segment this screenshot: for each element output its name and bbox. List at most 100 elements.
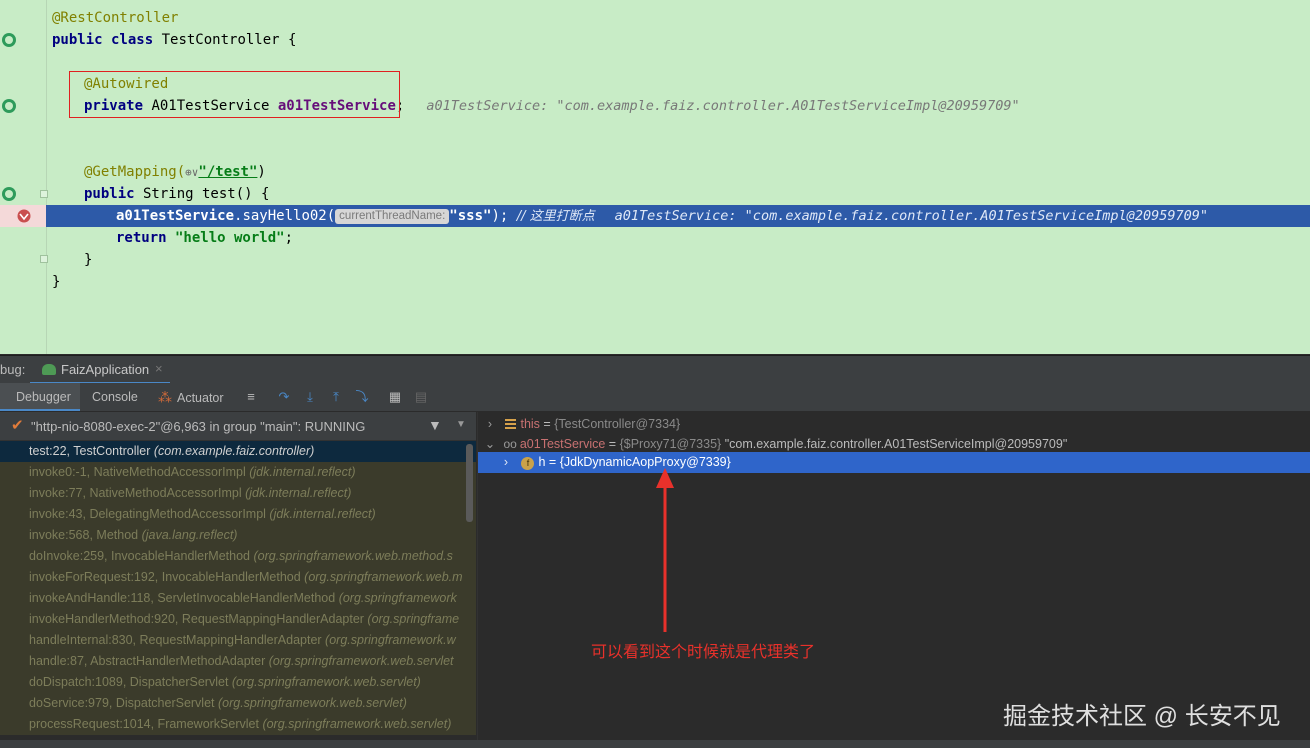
highlight-box xyxy=(69,71,400,118)
field-ref: a01TestService xyxy=(116,208,235,224)
frame-method: handleInternal:830, RequestMappingHandle… xyxy=(29,633,326,647)
brace: } xyxy=(52,274,61,290)
spring-boot-icon xyxy=(42,364,56,375)
keyword: public class xyxy=(52,32,154,48)
keyword: return xyxy=(116,230,167,246)
frame-row[interactable]: invoke:77, NativeMethodAccessorImpl (jdk… xyxy=(0,483,476,504)
inline-value-hint: a01TestService: "com.example.faiz.contro… xyxy=(614,208,1208,224)
frame-row[interactable]: invokeHandlerMethod:920, RequestMappingH… xyxy=(0,609,476,630)
chevron-down-icon[interactable]: ⌄ xyxy=(484,434,496,454)
tab-actuator[interactable]: ⁂ Actuator xyxy=(158,383,224,411)
tab-label: Console xyxy=(92,390,138,404)
paren: ) xyxy=(257,164,266,180)
frame-method: invoke0:-1, NativeMethodAccessorImpl xyxy=(29,465,250,479)
keyword: public xyxy=(84,186,135,202)
url-globe-icon[interactable]: ⊕∨ xyxy=(185,166,198,179)
frame-method: invoke:43, DelegatingMethodAccessorImpl xyxy=(29,507,270,521)
frame-package: (jdk.internal.reflect) xyxy=(245,486,352,500)
field-icon: f xyxy=(521,457,535,470)
equals: = xyxy=(605,437,620,451)
chevron-right-icon[interactable]: › xyxy=(484,414,496,434)
variable-name: this xyxy=(520,417,540,431)
tab-console[interactable]: Console xyxy=(92,383,138,411)
frame-row[interactable]: invoke:43, DelegatingMethodAccessorImpl … xyxy=(0,504,476,525)
frame-method: invokeHandlerMethod:920, RequestMappingH… xyxy=(29,612,368,626)
filter-icon[interactable]: ▼ xyxy=(428,417,442,433)
step-out-icon[interactable]: ⤒ xyxy=(329,390,343,404)
frame-package: (jdk.internal.reflect) xyxy=(249,465,356,479)
run-to-cursor-icon[interactable]: ⤵ xyxy=(355,390,369,404)
variable-value: {TestController@7334} xyxy=(554,417,681,431)
spring-mapping-icon[interactable] xyxy=(2,187,16,201)
chevron-down-icon[interactable]: ▼ xyxy=(456,419,466,430)
frame-method: test:22, TestController xyxy=(29,444,154,458)
frame-method: handle:87, AbstractHandlerMethodAdapter xyxy=(29,654,269,668)
frame-row[interactable]: invoke0:-1, NativeMethodAccessorImpl (jd… xyxy=(0,462,476,483)
frame-row[interactable]: doInvoke:259, InvocableHandlerMethod (or… xyxy=(0,546,476,567)
code-comment: // 这里打断点 xyxy=(516,209,595,224)
frame-row[interactable]: processRequest:1014, FrameworkServlet (o… xyxy=(0,714,476,735)
mapping-url[interactable]: "/test" xyxy=(198,164,257,180)
step-over-icon[interactable]: ↷ xyxy=(277,390,291,404)
status-bar xyxy=(0,740,1310,748)
variable-h[interactable]: › fh = {JdkDynamicAopProxy@7339} xyxy=(478,452,1310,473)
frames-scrollbar[interactable] xyxy=(466,444,473,522)
frames-list[interactable]: test:22, TestController (com.example.fai… xyxy=(0,441,476,748)
tab-label: Actuator xyxy=(177,391,224,405)
string-literal: "sss" xyxy=(449,208,492,224)
code-line-close-method: } xyxy=(84,249,92,271)
code-line-close-class: } xyxy=(52,271,60,293)
fold-marker-icon[interactable] xyxy=(40,190,48,198)
frame-package: (org.springframe xyxy=(367,612,460,626)
frame-row-selected[interactable]: test:22, TestController (com.example.fai… xyxy=(0,441,476,462)
variable-value: "com.example.faiz.controller.A01TestServ… xyxy=(721,437,1068,451)
class-name: TestController { xyxy=(153,32,297,48)
frame-package: (jdk.internal.reflect) xyxy=(269,507,376,521)
code-line-return: return "hello world"; xyxy=(116,227,293,249)
chevron-right-icon[interactable]: › xyxy=(500,452,512,472)
variable-this[interactable]: › this = {TestController@7334} xyxy=(478,414,1310,434)
close-icon[interactable]: × xyxy=(155,361,163,376)
run-config-tab[interactable]: FaizApplication × xyxy=(30,356,170,384)
breakpoint-icon[interactable] xyxy=(16,208,32,224)
code-line-2: public class TestController { xyxy=(52,29,296,51)
debug-tool-window-title: bug: FaizApplication × xyxy=(0,355,1310,384)
frame-row[interactable]: doDispatch:1089, DispatcherServlet (org.… xyxy=(0,672,476,693)
statement-end: ); xyxy=(491,208,517,224)
frame-row[interactable]: invokeForRequest:192, InvocableHandlerMe… xyxy=(0,567,476,588)
spring-bean-icon[interactable] xyxy=(2,33,16,47)
editor-gutter[interactable] xyxy=(0,0,48,354)
variable-a01TestService[interactable]: ⌄ oo a01TestService = {$Proxy71@7335} "co… xyxy=(478,434,1310,454)
run-config-name: FaizApplication xyxy=(61,362,150,377)
watch-glasses-icon: oo xyxy=(503,437,517,451)
frame-package: (org.springframework.web.servlet xyxy=(268,654,454,668)
frame-package: (org.springframework.web.servlet) xyxy=(217,696,407,710)
frame-method: doService:979, DispatcherServlet xyxy=(29,696,218,710)
method-call: .sayHello02( xyxy=(234,208,336,224)
frame-row[interactable]: handleInternal:830, RequestMappingHandle… xyxy=(0,630,476,651)
frame-row[interactable]: doService:979, DispatcherServlet (org.sp… xyxy=(0,693,476,714)
tab-debugger[interactable]: Debugger xyxy=(0,383,80,411)
code-editor[interactable]: @RestController public class TestControl… xyxy=(0,0,1310,354)
evaluate-icon[interactable]: ▦ xyxy=(388,390,402,404)
menu-icon[interactable]: ≡ xyxy=(244,390,258,404)
debugger-toolbar: Debugger Console ⁂ Actuator ≡ ↷ ⤓ ⤒ ⤵ ▦ ▤ xyxy=(0,383,1310,412)
code-line-getmapping: @GetMapping(⊕∨"/test") xyxy=(84,161,266,183)
method-signature: String test() { xyxy=(134,186,270,202)
annotation-restcontroller: @RestController xyxy=(52,10,179,26)
frame-method: invoke:568, Method xyxy=(29,528,142,542)
check-icon: ✔ xyxy=(11,417,24,434)
frame-row[interactable]: handle:87, AbstractHandlerMethodAdapter … xyxy=(0,651,476,672)
semicolon: ; xyxy=(284,230,294,246)
layout-icon[interactable]: ▤ xyxy=(414,390,428,404)
brace: } xyxy=(84,252,93,268)
spring-autowire-icon[interactable] xyxy=(2,99,16,113)
frame-row[interactable]: invoke:568, Method (java.lang.reflect) xyxy=(0,525,476,546)
fold-marker-icon[interactable] xyxy=(40,255,48,263)
annotation-arrow-icon xyxy=(656,468,674,632)
code-line-method: public String test() { xyxy=(84,183,269,205)
variable-value: {JdkDynamicAopProxy@7339} xyxy=(559,455,731,469)
step-into-icon[interactable]: ⤓ xyxy=(303,390,317,404)
frame-row[interactable]: invokeAndHandle:118, ServletInvocableHan… xyxy=(0,588,476,609)
thread-selector[interactable]: ✔ "http-nio-8080-exec-2"@6,963 in group … xyxy=(0,412,476,441)
